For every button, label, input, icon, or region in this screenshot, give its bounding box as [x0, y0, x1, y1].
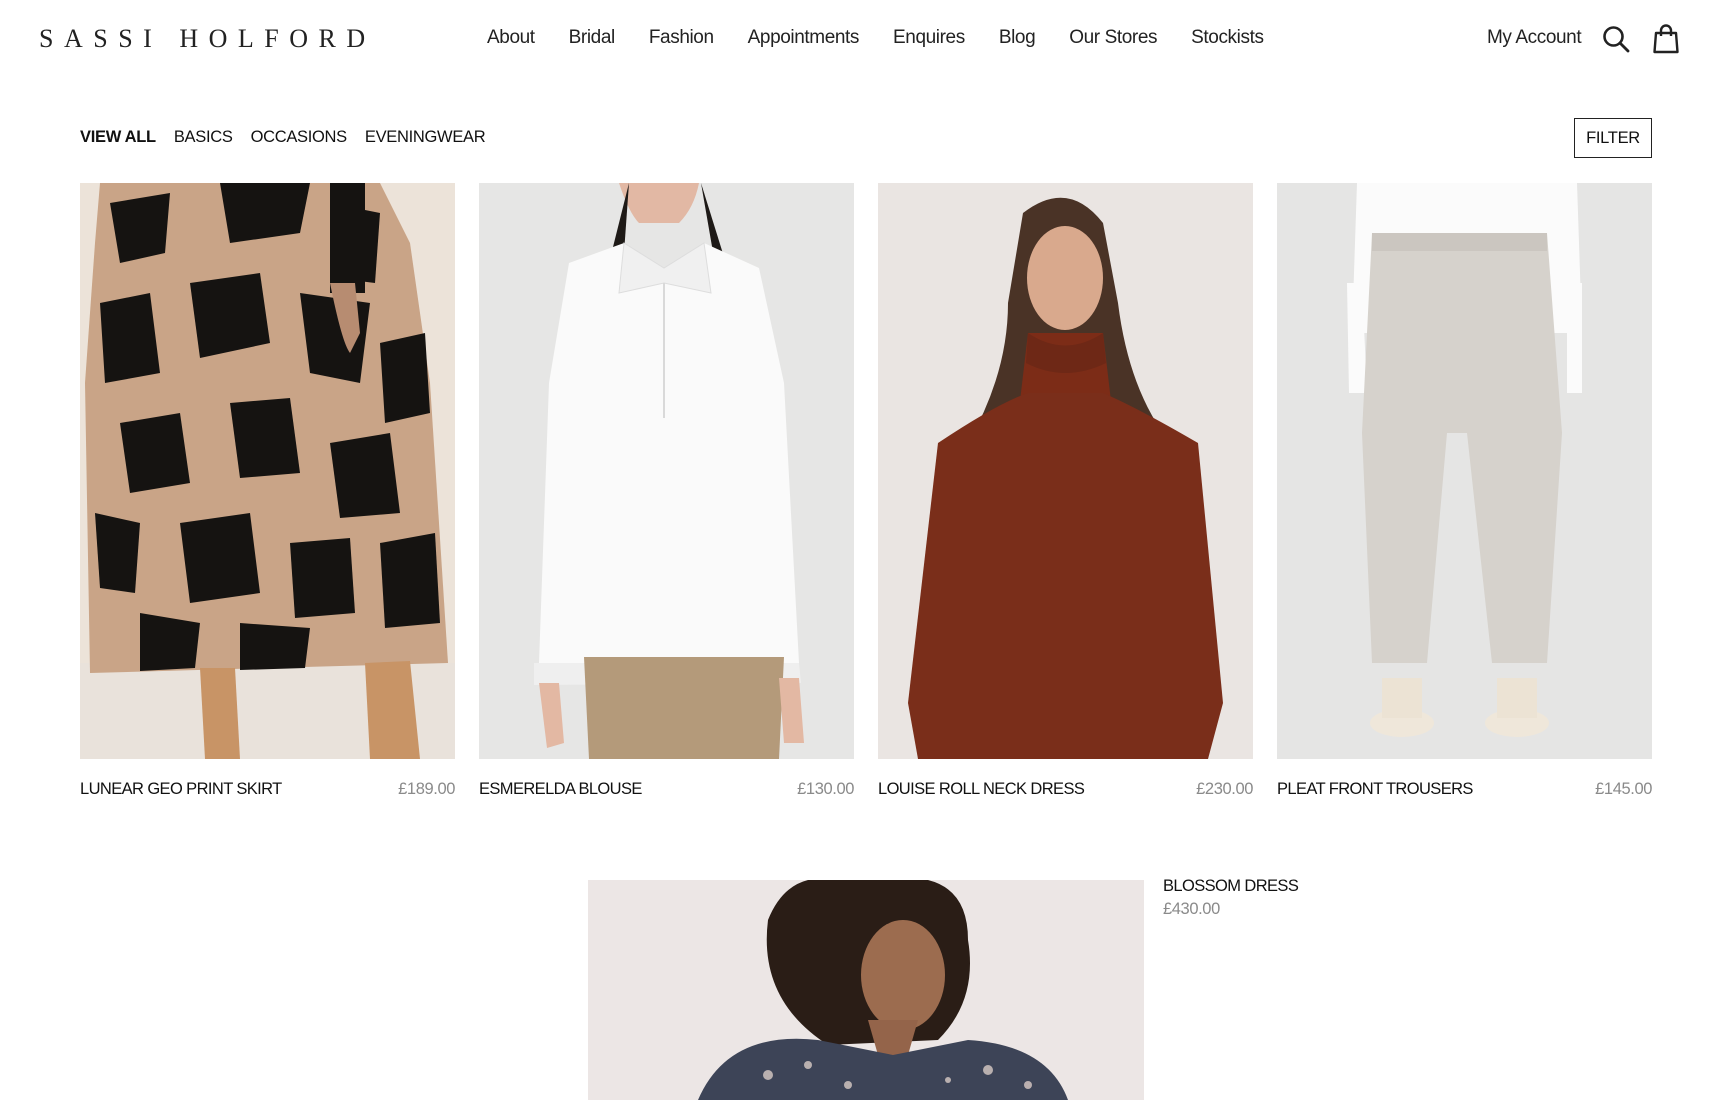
feature-product-price: £430.00 [1163, 900, 1220, 918]
product-card[interactable]: LUNEAR GEO PRINT SKIRT £189.00 [80, 183, 455, 799]
product-card[interactable]: ESMERELDA BLOUSE £130.00 [479, 183, 854, 799]
product-card[interactable]: PLEAT FRONT TROUSERS £145.00 [1277, 183, 1652, 799]
nav-item-enquires[interactable]: Enquires [893, 27, 965, 49]
product-name[interactable]: PLEAT FRONT TROUSERS [1277, 780, 1473, 799]
product-image[interactable] [80, 183, 455, 759]
site-header: SASSI HOLFORD About Bridal Fashion Appoi… [0, 0, 1728, 78]
product-image[interactable] [479, 183, 854, 759]
feature-product-image[interactable] [588, 880, 1144, 1100]
nav-item-appointments[interactable]: Appointments [748, 27, 860, 49]
product-name[interactable]: LOUISE ROLL NECK DRESS [878, 780, 1085, 799]
category-tabs: VIEW ALL BASICS OCCASIONS EVENINGWEAR [80, 128, 503, 147]
nav-item-stockists[interactable]: Stockists [1191, 27, 1264, 49]
nav-item-about[interactable]: About [487, 27, 535, 49]
filter-button[interactable]: FILTER [1574, 118, 1652, 158]
main-nav: About Bridal Fashion Appointments Enquir… [487, 27, 1298, 49]
feature-product-name[interactable]: BLOSSOM DRESS [1163, 877, 1299, 896]
shopping-bag-icon[interactable] [1652, 24, 1680, 54]
search-icon[interactable] [1602, 25, 1630, 53]
tab-eveningwear[interactable]: EVENINGWEAR [365, 128, 486, 147]
product-image[interactable] [1277, 183, 1652, 759]
product-card[interactable]: LOUISE ROLL NECK DRESS £230.00 [878, 183, 1253, 799]
product-price: £230.00 [1196, 780, 1253, 798]
nav-item-bridal[interactable]: Bridal [569, 27, 616, 49]
product-price: £145.00 [1595, 780, 1652, 798]
product-name[interactable]: ESMERELDA BLOUSE [479, 780, 642, 799]
tab-occasions[interactable]: OCCASIONS [251, 128, 348, 147]
my-account-link[interactable]: My Account [1487, 27, 1582, 49]
tab-basics[interactable]: BASICS [174, 128, 233, 147]
nav-item-blog[interactable]: Blog [999, 27, 1036, 49]
product-name[interactable]: LUNEAR GEO PRINT SKIRT [80, 780, 282, 799]
nav-item-our-stores[interactable]: Our Stores [1069, 27, 1157, 49]
product-price: £189.00 [398, 780, 455, 798]
product-image[interactable] [878, 183, 1253, 759]
tab-view-all[interactable]: VIEW ALL [80, 128, 156, 147]
brand-logo[interactable]: SASSI HOLFORD [39, 24, 376, 54]
nav-item-fashion[interactable]: Fashion [649, 27, 714, 49]
product-price: £130.00 [797, 780, 854, 798]
